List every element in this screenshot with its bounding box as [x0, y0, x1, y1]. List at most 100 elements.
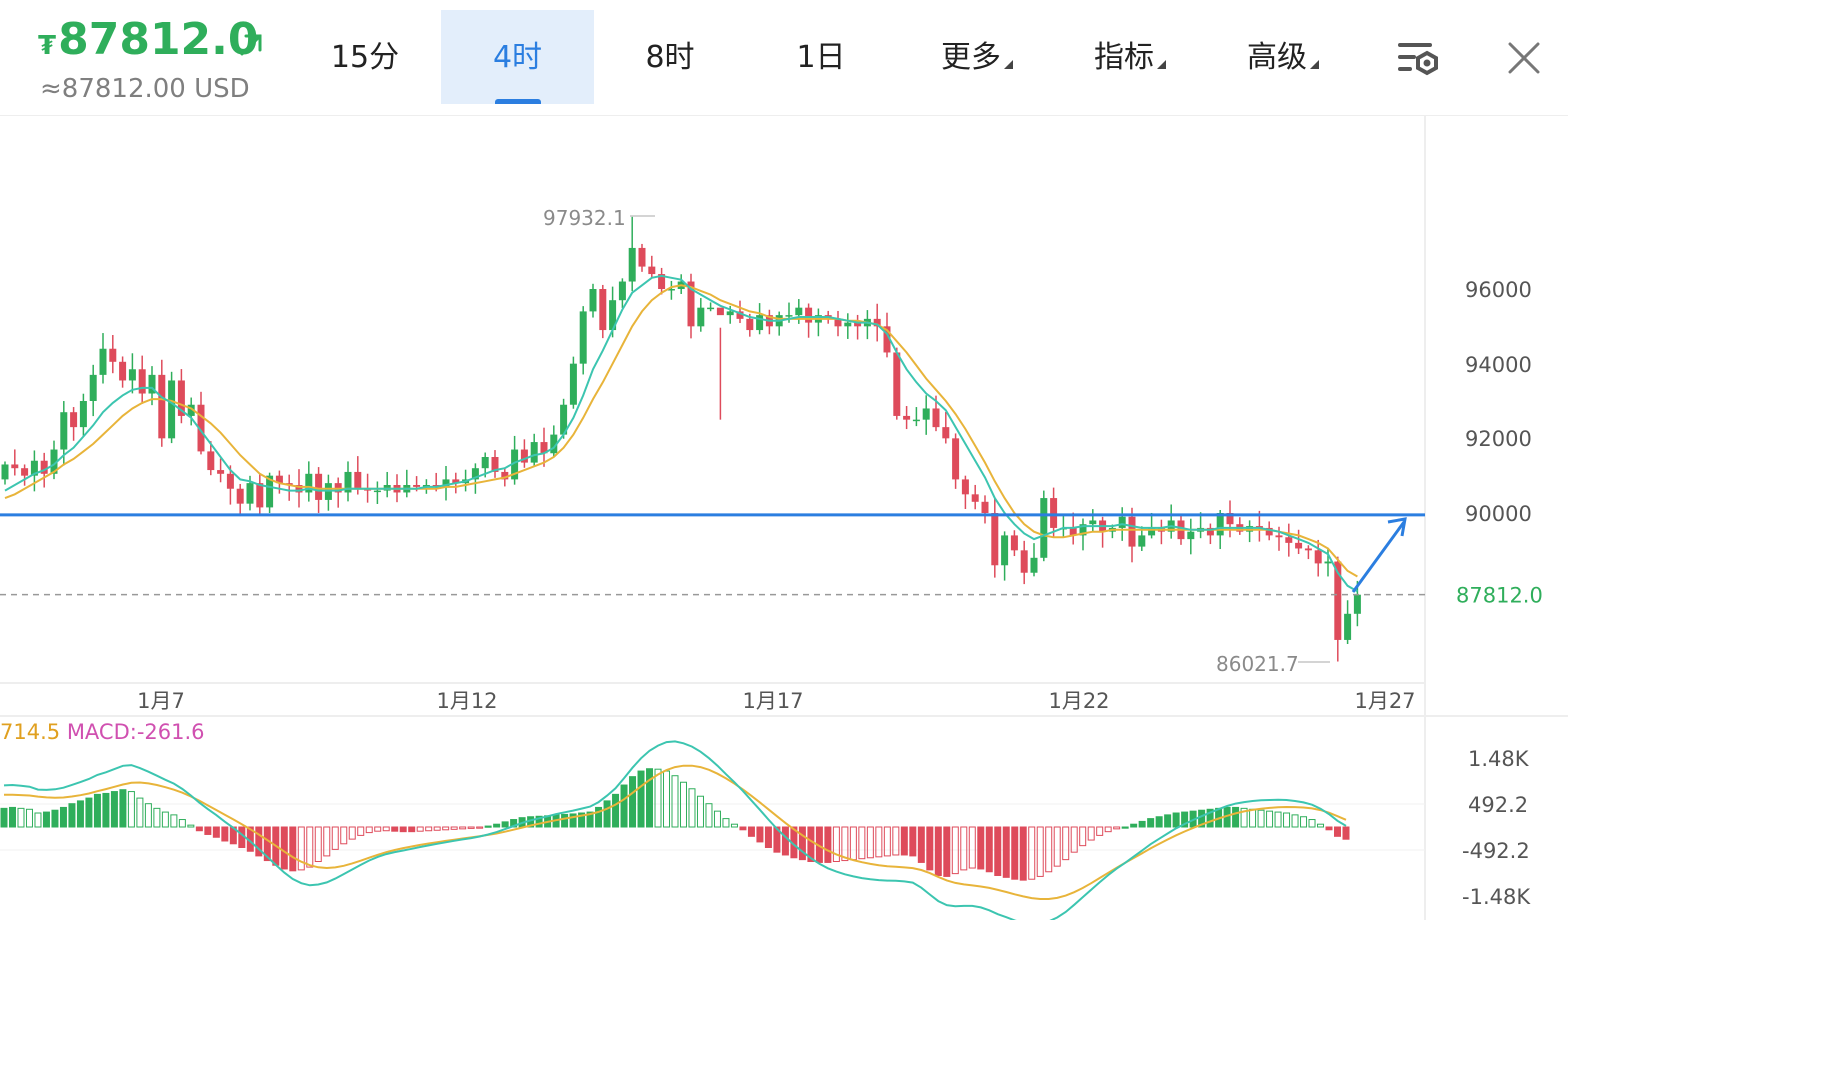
macd-bar [391, 826, 399, 832]
macd-bar [883, 826, 891, 857]
macd-bar [416, 826, 424, 832]
candle-body [1118, 516, 1126, 528]
macd-bar [8, 806, 16, 828]
candle-body [922, 408, 930, 420]
macd-bar [671, 775, 679, 828]
macd-bar [1325, 826, 1333, 831]
macd-bar [17, 807, 25, 828]
candle-body [912, 419, 920, 422]
candle-body [971, 494, 979, 502]
macd-bar [603, 800, 611, 828]
macd-bar [212, 826, 220, 838]
candle-body [844, 322, 852, 327]
candle-body [256, 483, 264, 508]
candle-body [226, 473, 234, 489]
candle-body [707, 307, 715, 310]
candle-body [217, 470, 225, 474]
macd-bar [1130, 823, 1138, 828]
high-annotation: 97932.1 [543, 206, 626, 230]
macd-bar [1079, 826, 1087, 847]
macd-bar [960, 826, 968, 871]
macd-bar [1291, 814, 1299, 828]
macd-bar [1036, 826, 1044, 877]
candle-body [246, 483, 254, 504]
macd-bar [357, 826, 365, 836]
macd-bar [1232, 806, 1240, 828]
macd-bar [688, 788, 696, 828]
candle-body [1050, 498, 1058, 528]
candle-body [11, 464, 19, 469]
macd-bar [433, 826, 441, 831]
macd-bar [934, 826, 942, 876]
candle-body [952, 438, 960, 480]
macd-bar [484, 825, 492, 828]
macd-bar [1087, 826, 1095, 841]
candle-body [1304, 548, 1312, 551]
candle-body [1187, 531, 1195, 540]
macd-bar [612, 793, 620, 828]
macd-bar [382, 826, 390, 832]
macd-bar [161, 811, 169, 828]
candle-body [893, 352, 901, 416]
macd-bar [144, 803, 152, 828]
macd-bar [178, 819, 186, 828]
x-tick-label: 1月12 [436, 689, 497, 713]
candle-body [991, 513, 999, 566]
candle-body [138, 369, 146, 394]
macd-bar [1096, 826, 1104, 836]
macd-bar [561, 813, 569, 828]
price-chart[interactable]: 96000 94000 92000 90000 1月7 1月12 1月17 1月… [0, 0, 1568, 920]
macd-bar [637, 770, 645, 828]
arrow-line [1351, 521, 1406, 593]
candle-body [638, 247, 646, 267]
candle-body [373, 490, 381, 493]
macd-bar [1011, 826, 1019, 880]
macd-bar [994, 826, 1002, 876]
candle-body [589, 289, 597, 312]
macd-bar [943, 826, 951, 877]
macd-bar [119, 789, 127, 828]
macd-bar [849, 826, 857, 861]
candle-body [128, 369, 136, 381]
candle-body [109, 348, 117, 362]
macd-bar [663, 770, 671, 828]
macd-bar [195, 826, 203, 832]
macd-bar [85, 797, 93, 828]
candle-body [1030, 557, 1038, 573]
macd-bar [909, 826, 917, 857]
x-tick-label: 1月22 [1048, 689, 1109, 713]
macd-bar [1308, 819, 1316, 828]
macd-bar [221, 826, 229, 842]
candle-body [961, 479, 969, 495]
ma-fast-line [4, 274, 1358, 593]
macd-bar [696, 795, 704, 828]
macd-bar [1274, 811, 1282, 828]
macd-bar [280, 826, 288, 870]
macd-bar [832, 826, 840, 862]
candle-body [1138, 535, 1146, 547]
macd-bar [968, 826, 976, 869]
trend-arrow [1351, 517, 1407, 593]
macd-bar [858, 826, 866, 860]
macd-bar [1155, 816, 1163, 828]
macd-bar [900, 826, 908, 856]
macd-legend: 714.5 MACD:-261.6 [0, 720, 205, 744]
candle-body [530, 442, 538, 463]
candle-body [207, 451, 215, 471]
candle-body [618, 281, 626, 301]
candle-body [119, 361, 127, 381]
macd-bar [620, 784, 628, 828]
macd-bar [722, 818, 730, 828]
macd-bar [1104, 826, 1112, 833]
macd-y-tick-label: -492.2 [1462, 839, 1530, 863]
x-axis: 1月7 1月12 1月17 1月22 1月27 [137, 689, 1415, 713]
candle-body [1344, 613, 1352, 640]
macd-bar [977, 826, 985, 870]
macd-bar [348, 826, 356, 840]
macd-bar [102, 792, 110, 828]
candle-body [89, 374, 97, 401]
macd-bar [467, 826, 475, 829]
candle-body [628, 247, 636, 282]
y-tick-label: 92000 [1465, 427, 1532, 451]
candle-body [903, 415, 911, 420]
